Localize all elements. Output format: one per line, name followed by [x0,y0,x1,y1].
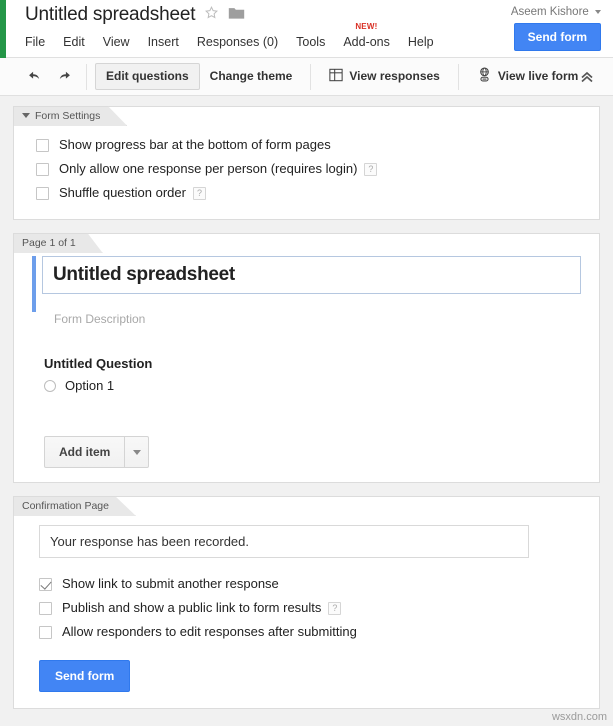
add-item-dropdown-toggle[interactable] [124,437,148,467]
add-item-split-button[interactable]: Add item [44,436,149,468]
chevron-down-icon [595,10,601,14]
menu-bar: File Edit View Insert Responses (0) Tool… [25,33,452,51]
radio-option-1[interactable] [44,380,56,392]
menu-item-responses[interactable]: Responses (0) [197,33,287,51]
help-icon-publish-results[interactable]: ? [328,602,341,615]
setting-label-progress-bar: Show progress bar at the bottom of form … [59,136,331,154]
selection-accent-bar [32,256,36,312]
confirmation-options: Show link to submit another response Pub… [32,572,581,644]
form-title-block: Untitled spreadsheet Form Description [32,256,581,326]
checkbox-one-response-per-person[interactable] [36,163,49,176]
account-name-label: Aseem Kishore [511,6,589,18]
new-badge: NEW! [355,22,377,31]
redo-arrow-icon[interactable] [50,65,76,89]
conf-row-show-link: Show link to submit another response [32,572,581,596]
tab-view-responses[interactable]: View responses [319,64,450,90]
confirmation-message-input[interactable]: Your response has been recorded. [39,525,529,558]
setting-label-shuffle: Shuffle question order [59,184,186,202]
menu-item-view[interactable]: View [103,33,139,51]
checkbox-show-progress-bar[interactable] [36,139,49,152]
menu-item-tools[interactable]: Tools [296,33,334,51]
conf-row-allow-edit: Allow responders to edit responses after… [32,620,581,644]
tab-view-responses-label: View responses [349,69,440,84]
undo-arrow-icon[interactable] [22,65,48,89]
confirmation-page-card: Confirmation Page Your response has been… [13,496,600,709]
setting-row-progress-bar: Show progress bar at the bottom of form … [14,133,599,157]
toolbar-divider [86,64,87,90]
page-title[interactable]: Untitled spreadsheet [25,4,195,26]
send-form-button-header[interactable]: Send form [514,23,601,51]
setting-row-one-response: Only allow one response per person (requ… [14,157,599,181]
toolbar-divider-3 [458,64,459,90]
form-title-input[interactable]: Untitled spreadsheet [42,256,581,294]
watermark: wsxdn.com [552,711,607,723]
star-outline-icon[interactable] [204,5,219,25]
form-settings-tab[interactable]: Form Settings [13,106,127,126]
question-block: Untitled Question Option 1 [32,326,581,393]
page-one-tab[interactable]: Page 1 of 1 [13,233,103,253]
page-one-tab-label: Page 1 of 1 [22,237,76,249]
checkbox-publish-public-link[interactable] [39,602,52,615]
tab-change-theme[interactable]: Change theme [200,64,303,90]
toolbar-divider-2 [310,64,311,90]
triangle-down-icon [22,113,30,118]
toolbar: Edit questions Change theme View respons… [0,58,613,96]
question-title[interactable]: Untitled Question [44,356,581,371]
help-icon-shuffle[interactable]: ? [193,187,206,200]
tab-view-live-form[interactable]: View live form [467,64,588,90]
send-form-button-footer[interactable]: Send form [39,660,130,692]
setting-row-shuffle: Shuffle question order ? [14,181,599,205]
chevron-down-icon [133,450,141,455]
checkbox-shuffle-question-order[interactable] [36,187,49,200]
form-description-input[interactable]: Form Description [42,294,581,326]
menu-item-insert[interactable]: Insert [148,33,188,51]
page-one-card: Page 1 of 1 Untitled spreadsheet Form De… [13,233,600,483]
menu-item-addons[interactable]: NEW! Add-ons [343,33,399,51]
tab-edit-questions[interactable]: Edit questions [95,63,200,90]
menu-item-help[interactable]: Help [408,33,443,51]
menu-item-addons-label: Add-ons [343,35,390,49]
form-settings-card: Form Settings Show progress bar at the b… [13,106,600,220]
document-title-row: Untitled spreadsheet [25,4,245,26]
double-chevron-up-icon[interactable] [575,65,599,89]
setting-label-one-response: Only allow one response per person (requ… [59,160,357,178]
option-1-label: Option 1 [65,378,114,393]
brand-green-stripe [0,0,6,58]
conf-label-publish-results: Publish and show a public link to form r… [62,599,321,617]
app-header: Untitled spreadsheet File Edit View Inse… [0,0,613,58]
tab-view-live-form-label: View live form [498,69,578,84]
globe-link-icon [477,67,492,87]
conf-row-publish-results: Publish and show a public link to form r… [32,596,581,620]
menu-item-file[interactable]: File [25,33,54,51]
menu-item-edit[interactable]: Edit [63,33,94,51]
confirmation-page-tab[interactable]: Confirmation Page [13,496,136,516]
page-body: Form Settings Show progress bar at the b… [0,96,613,726]
account-menu[interactable]: Aseem Kishore [511,6,601,18]
confirmation-page-content: Your response has been recorded. Show li… [14,497,599,708]
question-option-row: Option 1 [44,378,581,393]
form-settings-tab-label: Form Settings [35,110,100,122]
conf-label-allow-edit: Allow responders to edit responses after… [62,623,357,641]
help-icon-one-response[interactable]: ? [364,163,377,176]
conf-label-show-link: Show link to submit another response [62,575,279,593]
folder-icon[interactable] [228,6,245,25]
add-item-button[interactable]: Add item [45,437,124,467]
checkbox-allow-edit-responses[interactable] [39,626,52,639]
spreadsheet-grid-icon [329,68,343,86]
confirmation-page-tab-label: Confirmation Page [22,500,109,512]
form-editor: Untitled spreadsheet Form Description Un… [14,234,599,482]
checkbox-show-submit-another-link[interactable] [39,578,52,591]
